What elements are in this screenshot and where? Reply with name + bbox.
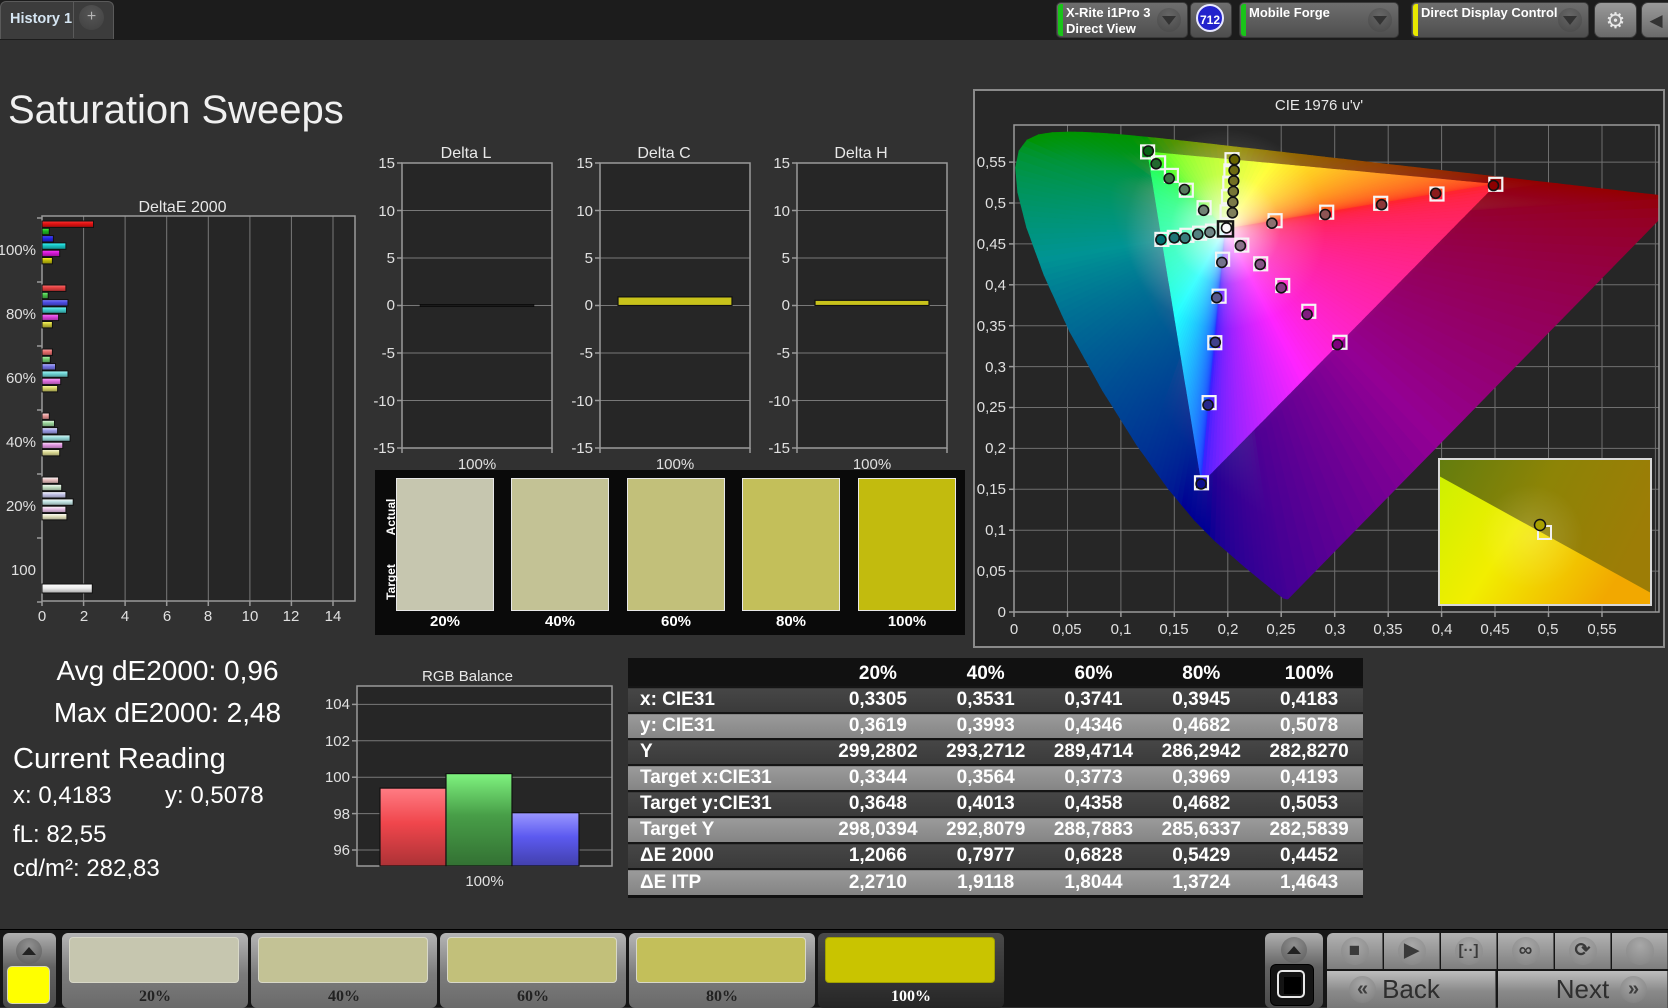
svg-text:102: 102 (325, 733, 350, 750)
svg-text:80%: 80% (6, 306, 36, 323)
svg-text:0,2: 0,2 (1218, 621, 1239, 638)
svg-text:5: 5 (782, 250, 790, 267)
svg-text:0,45: 0,45 (977, 236, 1006, 253)
svg-text:Delta L: Delta L (441, 145, 492, 162)
svg-text:15: 15 (773, 155, 790, 172)
svg-text:0,05: 0,05 (1052, 621, 1081, 638)
svg-text:100: 100 (11, 562, 36, 579)
svg-text:-10: -10 (373, 393, 395, 410)
svg-text:Delta C: Delta C (637, 145, 690, 162)
svg-text:100%: 100% (465, 873, 503, 890)
svg-text:-15: -15 (373, 440, 395, 457)
svg-text:96: 96 (333, 842, 350, 859)
svg-text:0,4: 0,4 (985, 277, 1006, 294)
svg-text:0: 0 (387, 297, 395, 314)
svg-text:0,3: 0,3 (1325, 621, 1346, 638)
svg-text:0,3: 0,3 (985, 359, 1006, 376)
svg-text:14: 14 (325, 608, 342, 625)
svg-text:DeltaE 2000: DeltaE 2000 (138, 199, 226, 216)
svg-text:0,25: 0,25 (1266, 621, 1295, 638)
svg-text:4: 4 (121, 608, 129, 625)
svg-text:0,05: 0,05 (977, 563, 1006, 580)
svg-text:40%: 40% (6, 434, 36, 451)
svg-text:60%: 60% (6, 370, 36, 387)
svg-text:-10: -10 (571, 393, 593, 410)
svg-text:0: 0 (38, 608, 46, 625)
svg-text:0,2: 0,2 (985, 440, 1006, 457)
svg-text:CIE 1976 u'v': CIE 1976 u'v' (1275, 97, 1363, 114)
svg-text:10: 10 (576, 203, 593, 220)
svg-text:0,15: 0,15 (977, 481, 1006, 498)
svg-text:Delta H: Delta H (834, 145, 887, 162)
svg-text:20%: 20% (6, 498, 36, 515)
svg-text:0,35: 0,35 (1373, 621, 1402, 638)
svg-text:0: 0 (585, 297, 593, 314)
svg-text:0,1: 0,1 (1111, 621, 1132, 638)
svg-text:0,25: 0,25 (977, 399, 1006, 416)
svg-text:6: 6 (163, 608, 171, 625)
svg-text:8: 8 (204, 608, 212, 625)
svg-text:5: 5 (387, 250, 395, 267)
svg-text:12: 12 (283, 608, 300, 625)
svg-text:100%: 100% (0, 242, 36, 259)
svg-text:10: 10 (378, 203, 395, 220)
svg-text:100: 100 (325, 769, 350, 786)
svg-text:10: 10 (773, 203, 790, 220)
svg-text:0,15: 0,15 (1159, 621, 1188, 638)
svg-text:0: 0 (998, 604, 1006, 621)
svg-text:5: 5 (585, 250, 593, 267)
svg-text:15: 15 (576, 155, 593, 172)
svg-text:98: 98 (333, 806, 350, 823)
svg-text:-5: -5 (382, 345, 395, 362)
svg-text:0,1: 0,1 (985, 522, 1006, 539)
svg-text:2: 2 (80, 608, 88, 625)
svg-text:15: 15 (378, 155, 395, 172)
svg-text:0: 0 (1010, 621, 1018, 638)
svg-text:-5: -5 (580, 345, 593, 362)
svg-text:0,4: 0,4 (1432, 621, 1453, 638)
svg-text:0,5: 0,5 (985, 195, 1006, 212)
svg-text:104: 104 (325, 696, 350, 713)
svg-text:10: 10 (242, 608, 259, 625)
svg-text:-15: -15 (768, 440, 790, 457)
svg-text:0,55: 0,55 (977, 154, 1006, 171)
svg-text:0: 0 (782, 297, 790, 314)
svg-text:-10: -10 (768, 393, 790, 410)
svg-text:RGB Balance: RGB Balance (422, 668, 513, 685)
svg-text:0,55: 0,55 (1587, 621, 1616, 638)
svg-text:0,35: 0,35 (977, 318, 1006, 335)
svg-text:-5: -5 (777, 345, 790, 362)
svg-text:-15: -15 (571, 440, 593, 457)
svg-text:0,5: 0,5 (1538, 621, 1559, 638)
svg-text:0,45: 0,45 (1480, 621, 1509, 638)
